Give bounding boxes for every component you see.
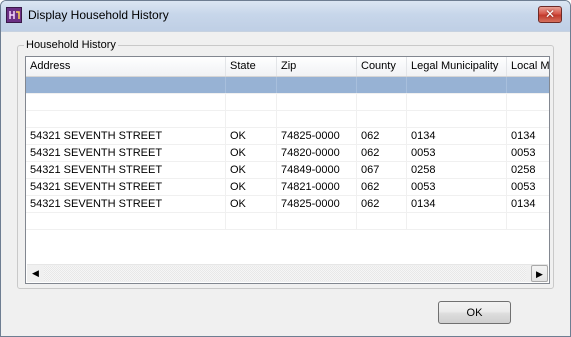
cell-local-municipality: 0053	[507, 145, 549, 161]
window-title: Display Household History	[28, 8, 169, 22]
group-label: Household History	[24, 39, 118, 51]
dialog-window: Display Household History ✕ Household Hi…	[0, 0, 571, 337]
household-history-list[interactable]: Address State Zip County Legal Municipal…	[25, 56, 550, 284]
cell-state: OK	[226, 196, 277, 212]
cell-county: 062	[357, 145, 407, 161]
cell-state: OK	[226, 179, 277, 195]
cell-address: 54321 SEVENTH STREET	[26, 128, 226, 144]
cell-state	[226, 94, 277, 110]
column-header-zip[interactable]: Zip	[277, 57, 357, 76]
cell-local-municipality: 0134	[507, 196, 549, 212]
column-header-address[interactable]: Address	[26, 57, 226, 76]
list-rows: 54321 SEVENTH STREET OK 74825-0000 062 0…	[26, 77, 549, 230]
cell-county	[357, 77, 407, 93]
cell-state: OK	[226, 128, 277, 144]
column-header-local-municipality[interactable]: Local M	[507, 57, 549, 76]
scroll-right-button[interactable]: ▶	[531, 265, 548, 282]
cell-local-municipality	[507, 213, 549, 229]
cell-legal-municipality: 0134	[407, 196, 507, 212]
cell-address: 54321 SEVENTH STREET	[26, 162, 226, 178]
cell-legal-municipality	[407, 94, 507, 110]
cell-state	[226, 77, 277, 93]
cell-local-municipality	[507, 111, 549, 127]
close-icon: ✕	[544, 7, 556, 21]
column-header-county[interactable]: County	[357, 57, 407, 76]
cell-state	[226, 213, 277, 229]
cell-zip	[277, 111, 357, 127]
scroll-left-button[interactable]: ◀	[27, 265, 44, 282]
cell-county: 062	[357, 196, 407, 212]
table-row[interactable]: 54321 SEVENTH STREET OK 74849-0000 067 0…	[26, 162, 549, 179]
cell-legal-municipality: 0053	[407, 145, 507, 161]
cell-local-municipality	[507, 94, 549, 110]
cell-legal-municipality: 0258	[407, 162, 507, 178]
cell-address: 54321 SEVENTH STREET	[26, 145, 226, 161]
cell-zip	[277, 77, 357, 93]
table-row[interactable]	[26, 77, 549, 94]
cell-legal-municipality	[407, 213, 507, 229]
cell-county: 067	[357, 162, 407, 178]
cell-state: OK	[226, 145, 277, 161]
cell-local-municipality: 0134	[507, 128, 549, 144]
cell-zip	[277, 94, 357, 110]
cell-county	[357, 213, 407, 229]
cell-zip: 74825-0000	[277, 128, 357, 144]
cell-address	[26, 213, 226, 229]
table-row[interactable]	[26, 111, 549, 128]
arrow-right-icon: ▶	[536, 269, 543, 279]
column-header-legal-municipality[interactable]: Legal Municipality	[407, 57, 507, 76]
cell-county	[357, 111, 407, 127]
cell-local-municipality: 0258	[507, 162, 549, 178]
scroll-track[interactable]	[44, 266, 526, 281]
table-row[interactable]: 54321 SEVENTH STREET OK 74825-0000 062 0…	[26, 128, 549, 145]
cell-county	[357, 94, 407, 110]
cell-zip: 74821-0000	[277, 179, 357, 195]
column-header-state[interactable]: State	[226, 57, 277, 76]
table-row[interactable]: 54321 SEVENTH STREET OK 74825-0000 062 0…	[26, 196, 549, 213]
cell-address: 54321 SEVENTH STREET	[26, 179, 226, 195]
cell-local-municipality	[507, 77, 549, 93]
cell-county: 062	[357, 128, 407, 144]
cell-legal-municipality	[407, 77, 507, 93]
cell-zip: 74849-0000	[277, 162, 357, 178]
cell-local-municipality: 0053	[507, 179, 549, 195]
horizontal-scrollbar[interactable]: ◀ ▶	[27, 264, 548, 282]
cell-state: OK	[226, 162, 277, 178]
cell-zip	[277, 213, 357, 229]
cell-county: 062	[357, 179, 407, 195]
table-row[interactable]	[26, 213, 549, 230]
cell-address	[26, 111, 226, 127]
table-row[interactable]	[26, 94, 549, 111]
list-header: Address State Zip County Legal Municipal…	[26, 57, 549, 77]
table-row[interactable]: 54321 SEVENTH STREET OK 74820-0000 062 0…	[26, 145, 549, 162]
title-bar[interactable]: Display Household History ✕	[1, 1, 570, 32]
cell-legal-municipality: 0134	[407, 128, 507, 144]
app-icon[interactable]	[6, 7, 22, 23]
cell-address	[26, 77, 226, 93]
cell-address	[26, 94, 226, 110]
cell-legal-municipality: 0053	[407, 179, 507, 195]
cell-zip: 74820-0000	[277, 145, 357, 161]
arrow-left-icon: ◀	[32, 268, 39, 278]
cell-address: 54321 SEVENTH STREET	[26, 196, 226, 212]
close-button[interactable]: ✕	[538, 6, 562, 23]
cell-legal-municipality	[407, 111, 507, 127]
cell-state	[226, 111, 277, 127]
cell-zip: 74825-0000	[277, 196, 357, 212]
ok-button[interactable]: OK	[438, 301, 511, 324]
table-row[interactable]: 54321 SEVENTH STREET OK 74821-0000 062 0…	[26, 179, 549, 196]
